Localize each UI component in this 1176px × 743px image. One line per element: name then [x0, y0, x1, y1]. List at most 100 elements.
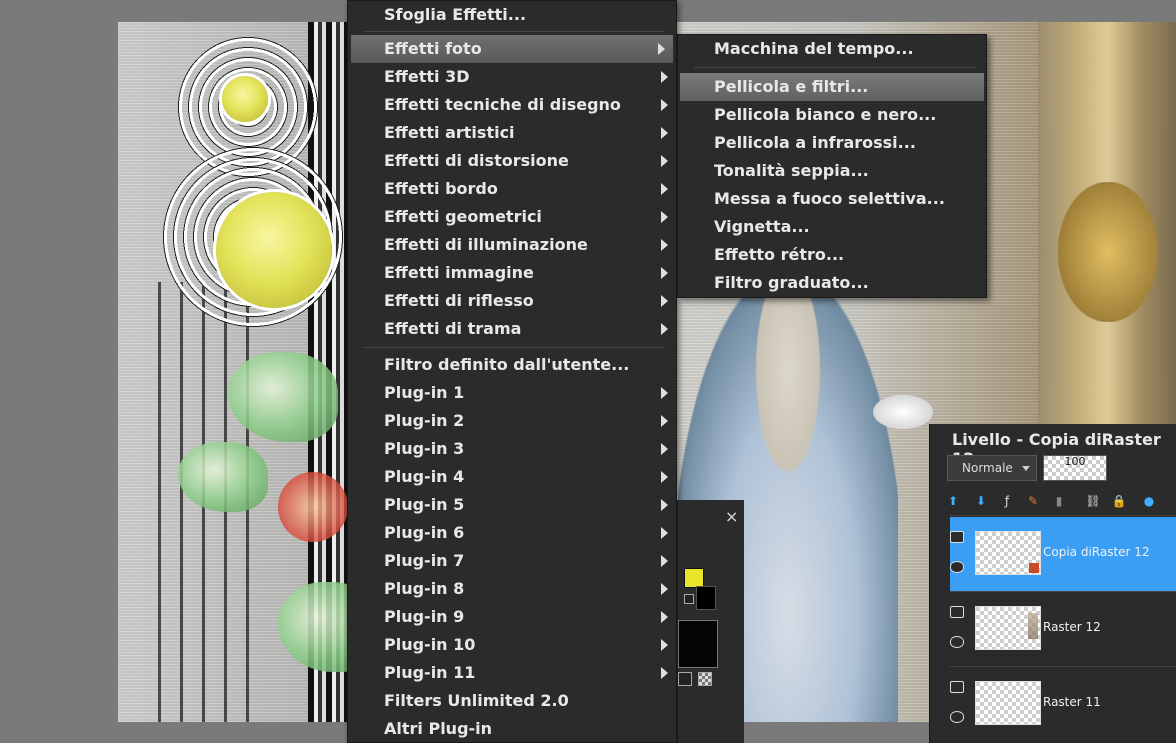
submenu-arrow-icon [661, 127, 668, 139]
menu-item-plugin-11[interactable]: Plug-in 11 [348, 659, 676, 687]
submenu-arrow-icon [661, 239, 668, 251]
material-preview-swatch[interactable] [678, 620, 718, 668]
menu-item-label: Plug-in 4 [384, 467, 465, 486]
new-mask-layer-icon[interactable]: ⬇ [972, 492, 990, 510]
layer-properties-icon[interactable]: ● [1140, 492, 1158, 510]
layer-group-icon[interactable] [950, 681, 964, 693]
blend-mode-value: Normale [962, 461, 1013, 475]
menu-item-effetti-trama[interactable]: Effetti di trama [348, 315, 676, 343]
menu-item-user-filter[interactable]: Filtro definito dall'utente... [348, 351, 676, 379]
menu-item-altri-plugin[interactable]: Altri Plug-in [348, 715, 676, 743]
menu-item-effetti-foto[interactable]: Effetti foto [351, 35, 673, 63]
menu-item-label: Plug-in 5 [384, 495, 465, 514]
menu-item-effetti-immagine[interactable]: Effetti immagine [348, 259, 676, 287]
submenu-arrow-icon [661, 639, 668, 651]
submenu-arrow-icon [661, 211, 668, 223]
submenu-item-macchina-tempo[interactable]: Macchina del tempo... [678, 35, 986, 63]
delete-layer-icon[interactable]: ▮ [1050, 492, 1068, 510]
submenu-item-vignetta[interactable]: Vignetta... [678, 213, 986, 241]
background-color-swatch[interactable] [696, 586, 716, 610]
menu-item-effetti-geometrici[interactable]: Effetti geometrici [348, 203, 676, 231]
menu-item-plugin-5[interactable]: Plug-in 5 [348, 491, 676, 519]
menu-item-label: Effetti tecniche di disegno [384, 95, 621, 114]
menu-item-effetti-artistici[interactable]: Effetti artistici [348, 119, 676, 147]
submenu-item-effetto-retro[interactable]: Effetto rétro... [678, 241, 986, 269]
submenu-arrow-icon [661, 583, 668, 595]
link-icon[interactable]: ⛓ [1084, 492, 1102, 510]
menu-item-label: Altri Plug-in [384, 719, 493, 738]
menu-item-label: Effetti di riflesso [384, 291, 534, 310]
submenu-item-pellicola-infrarossi[interactable]: Pellicola a infrarossi... [678, 129, 986, 157]
photo-effects-submenu: Macchina del tempo... Pellicola e filtri… [677, 34, 987, 298]
submenu-item-tonalita-seppia[interactable]: Tonalità seppia... [678, 157, 986, 185]
lock-icon[interactable]: 🔒 [1110, 492, 1128, 510]
menu-item-effetti-3d[interactable]: Effetti 3D [348, 63, 676, 91]
layer-row-raster-12[interactable]: Raster 12 [950, 592, 1176, 666]
layers-panel: Livello - Copia diRaster 12 Normale 100 … [929, 424, 1176, 743]
menu-item-plugin-4[interactable]: Plug-in 4 [348, 463, 676, 491]
menu-item-plugin-7[interactable]: Plug-in 7 [348, 547, 676, 575]
menu-item-effetti-bordo[interactable]: Effetti bordo [348, 175, 676, 203]
layer-name: Raster 12 [1043, 620, 1101, 634]
submenu-arrow-icon [661, 667, 668, 679]
menu-item-plugin-2[interactable]: Plug-in 2 [348, 407, 676, 435]
effects-menu: Sfoglia Effetti... Effetti foto Effetti … [347, 0, 677, 743]
menu-item-plugin-3[interactable]: Plug-in 3 [348, 435, 676, 463]
layer-group-icon[interactable] [950, 531, 964, 543]
menu-item-plugin-6[interactable]: Plug-in 6 [348, 519, 676, 547]
layer-badge-icon [1029, 563, 1039, 573]
menu-item-label: Effetti di trama [384, 319, 522, 338]
menu-item-effetti-illuminazione[interactable]: Effetti di illuminazione [348, 231, 676, 259]
menu-item-effetti-riflesso[interactable]: Effetti di riflesso [348, 287, 676, 315]
blend-mode-select[interactable]: Normale [947, 455, 1037, 481]
layer-thumbnail-content [1028, 613, 1038, 639]
submenu-arrow-icon [661, 555, 668, 567]
menu-item-plugin-8[interactable]: Plug-in 8 [348, 575, 676, 603]
menu-item-effetti-distorsione[interactable]: Effetti di distorsione [348, 147, 676, 175]
layer-thumbnail [975, 606, 1041, 650]
opacity-value: 100 [1064, 455, 1086, 468]
layer-row-copia-raster-12[interactable]: Copia diRaster 12 [950, 517, 1176, 591]
eye-icon[interactable] [950, 561, 964, 573]
transparent-mode-icon[interactable] [698, 672, 712, 686]
submenu-item-pellicola-bn[interactable]: Pellicola bianco e nero... [678, 101, 986, 129]
submenu-item-label: Filtro graduato... [714, 273, 869, 292]
menu-item-label: Filtro definito dall'utente... [384, 355, 630, 374]
menu-item-label: Plug-in 7 [384, 551, 465, 570]
menu-item-filters-unlimited[interactable]: Filters Unlimited 2.0 [348, 687, 676, 715]
submenu-arrow-icon [661, 415, 668, 427]
submenu-item-label: Macchina del tempo... [714, 39, 914, 58]
submenu-item-label: Vignetta... [714, 217, 810, 236]
submenu-item-filtro-graduato[interactable]: Filtro graduato... [678, 269, 986, 297]
menu-item-label: Plug-in 10 [384, 635, 476, 654]
paint-brush-icon[interactable]: ✎ [1024, 492, 1042, 510]
close-icon[interactable]: × [725, 507, 738, 526]
menu-item-browse-effects[interactable]: Sfoglia Effetti... [348, 1, 676, 29]
layer-name: Raster 11 [1043, 695, 1101, 709]
submenu-item-label: Pellicola a infrarossi... [714, 133, 916, 152]
eye-icon[interactable] [950, 636, 964, 648]
submenu-item-pellicola-filtri[interactable]: Pellicola e filtri... [680, 73, 984, 101]
menu-item-plugin-10[interactable]: Plug-in 10 [348, 631, 676, 659]
foreground-color-swatch[interactable] [684, 568, 704, 588]
submenu-item-label: Pellicola e filtri... [714, 77, 869, 96]
layer-row-raster-11[interactable]: Raster 11 [950, 667, 1176, 741]
menu-item-label: Sfoglia Effetti... [384, 5, 527, 24]
menu-item-label: Plug-in 6 [384, 523, 465, 542]
menu-item-label: Plug-in 2 [384, 411, 465, 430]
layer-thumbnail [975, 531, 1041, 575]
color-mode-icon[interactable] [678, 672, 692, 686]
menu-item-effetti-tecniche-disegno[interactable]: Effetti tecniche di disegno [348, 91, 676, 119]
layer-group-icon[interactable] [950, 606, 964, 618]
menu-item-plugin-9[interactable]: Plug-in 9 [348, 603, 676, 631]
swap-colors-icon[interactable] [684, 594, 694, 604]
layer-effects-icon[interactable]: ƒ [998, 492, 1016, 510]
menu-item-label: Plug-in 11 [384, 663, 476, 682]
submenu-arrow-icon [661, 443, 668, 455]
new-layer-icon[interactable]: ⬆ [944, 492, 962, 510]
eye-icon[interactable] [950, 711, 964, 723]
menu-item-label: Plug-in 9 [384, 607, 465, 626]
submenu-item-messa-fuoco[interactable]: Messa a fuoco selettiva... [678, 185, 986, 213]
opacity-field[interactable]: 100 [1043, 455, 1107, 481]
menu-item-plugin-1[interactable]: Plug-in 1 [348, 379, 676, 407]
